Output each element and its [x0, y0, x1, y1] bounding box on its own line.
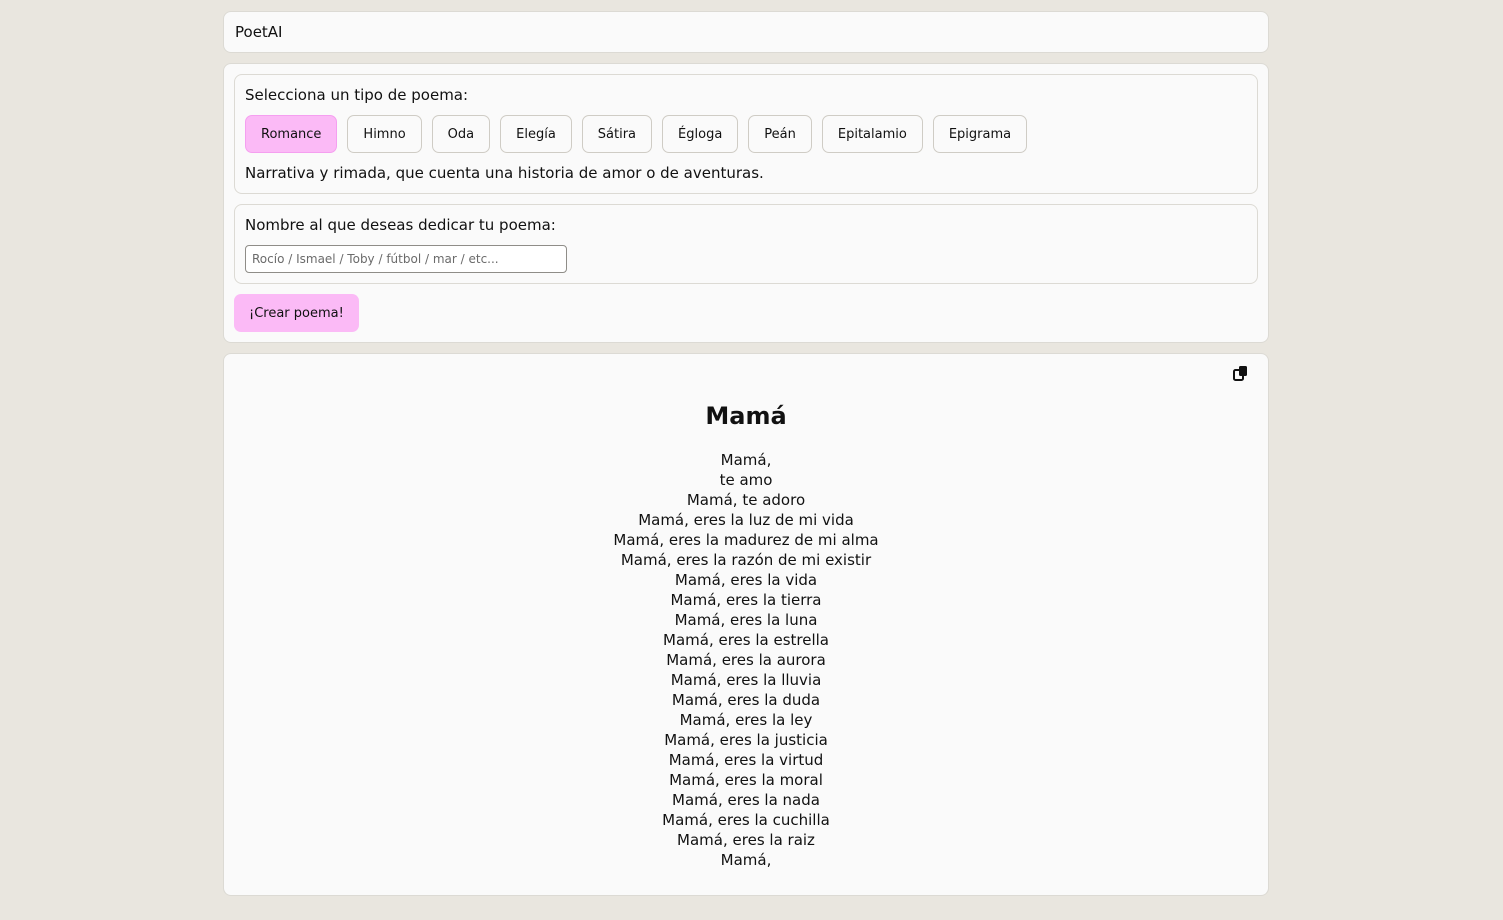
poem-line: Mamá, eres la tierra	[670, 591, 822, 609]
create-poem-button[interactable]: ¡Crear poema!	[234, 294, 359, 332]
app-header: PoetAI	[223, 11, 1269, 53]
poem-line: Mamá, eres la nada	[672, 791, 820, 809]
type-button-elegia[interactable]: Elegía	[500, 115, 572, 153]
poem-line: Mamá, eres la lluvia	[670, 671, 822, 689]
poem-type-section: Selecciona un tipo de poema: Romance Him…	[234, 74, 1258, 194]
poem-line: Mamá, eres la cuchilla	[662, 811, 830, 829]
type-button-romance[interactable]: Romance	[245, 115, 338, 153]
poem-line: Mamá, eres la raiz	[677, 831, 815, 849]
poem-line: Mamá, eres la estrella	[663, 631, 829, 649]
poem-line: te amo	[719, 471, 773, 489]
copy-icon[interactable]	[1232, 364, 1250, 382]
poem-line: Mamá,	[720, 851, 772, 869]
poem-output: Mamá Mamá, te amo Mamá, te adoro Mamá, eres…	[223, 353, 1269, 896]
type-button-pean[interactable]: Peán	[748, 115, 812, 153]
poem-line: Mamá, te adoro	[686, 491, 806, 509]
poem-line: Mamá, eres la luz de mi vida	[638, 511, 854, 529]
type-button-egloga[interactable]: Égloga	[662, 115, 739, 153]
dedication-label: Nombre al que deseas dedicar tu poema:	[245, 216, 556, 234]
type-button-epigrama[interactable]: Epigrama	[932, 115, 1028, 153]
type-button-oda[interactable]: Oda	[431, 115, 491, 153]
poem-body: Mamá, te amo Mamá, te adoro Mamá, eres la l…	[224, 450, 1268, 870]
poem-type-buttons: Romance Himno Oda Elegía Sátira Égloga P…	[245, 115, 1247, 153]
type-button-satira[interactable]: Sátira	[581, 115, 653, 153]
dedication-section: Nombre al que deseas dedicar tu poema:	[234, 204, 1258, 284]
app-title: PoetAI	[235, 23, 283, 41]
type-button-himno[interactable]: Himno	[347, 115, 422, 153]
poem-form: Selecciona un tipo de poema: Romance Him…	[223, 63, 1269, 343]
poem-line: Mamá, eres la ley	[679, 711, 813, 729]
poem-line: Mamá,	[720, 451, 772, 469]
poem-line: Mamá, eres la duda	[671, 691, 821, 709]
poem-line: Mamá, eres la madurez de mi alma	[613, 531, 879, 549]
poem-type-label: Selecciona un tipo de poema:	[245, 86, 469, 104]
type-button-epitalamio[interactable]: Epitalamio	[821, 115, 923, 153]
poem-line: Mamá, eres la luna	[674, 611, 818, 629]
poem-line: Mamá, eres la aurora	[666, 651, 826, 669]
dedication-name-input[interactable]	[245, 245, 567, 273]
poem-line: Mamá, eres la moral	[669, 771, 823, 789]
poem-line: Mamá, eres la razón de mi existir	[620, 551, 872, 569]
poem-line: Mamá, eres la virtud	[668, 751, 824, 769]
poem-line: Mamá, eres la justicia	[664, 731, 828, 749]
poem-line: Mamá, eres la vida	[674, 571, 818, 589]
poem-type-description: Narrativa y rimada, que cuenta una histo…	[245, 164, 764, 182]
poem-title: Mamá	[705, 402, 787, 430]
